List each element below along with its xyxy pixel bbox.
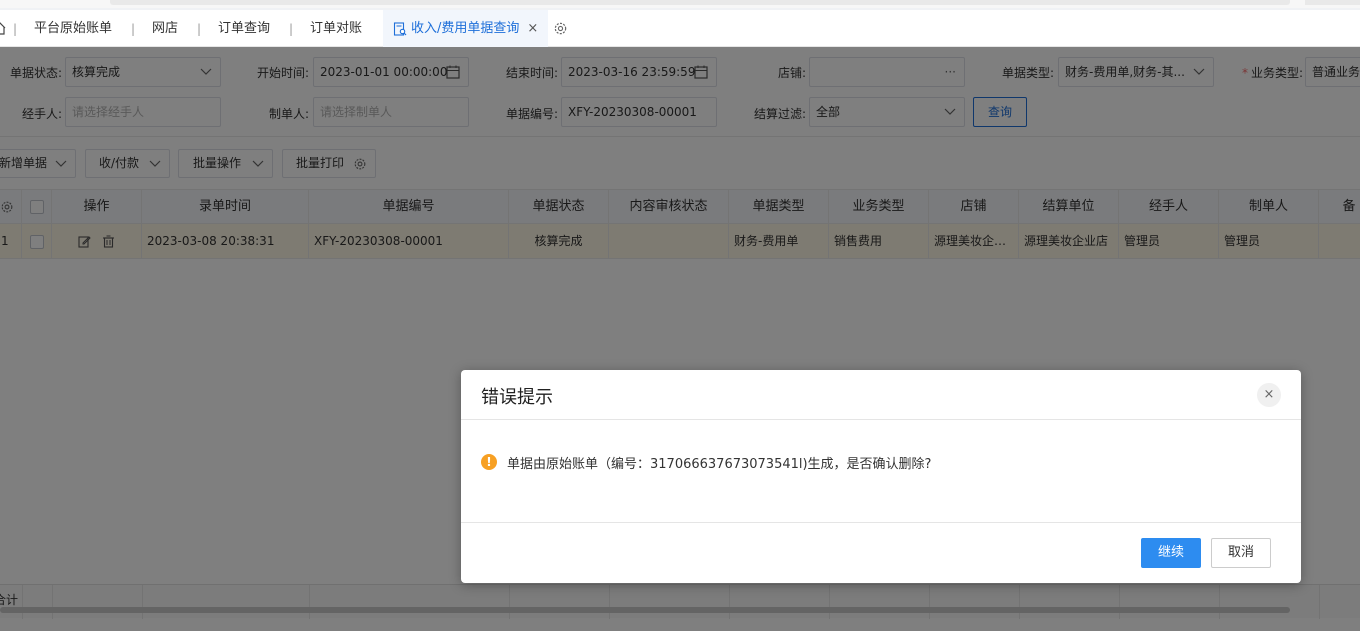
home-icon[interactable] [0, 22, 6, 35]
cancel-button[interactable]: 取消 [1211, 538, 1271, 568]
tab-separator: | [197, 22, 202, 36]
tab-online-shop[interactable]: 网店 [152, 10, 178, 47]
tab-income-expense-query-label: 收入/费用单据查询 [411, 21, 520, 36]
tab-settings-gear-icon[interactable] [553, 21, 568, 36]
tab-order-reconcile[interactable]: 订单对账 [310, 10, 362, 47]
dialog-divider [461, 419, 1301, 420]
document-search-icon [393, 21, 407, 36]
error-dialog: 错误提示 × ! 单据由原始账单（编号：317066637673073541l)… [461, 370, 1301, 583]
top-scroll-strip [110, 0, 1290, 5]
tab-separator: | [131, 22, 136, 36]
dialog-message: 单据由原始账单（编号：317066637673073541l)生成，是否确认删除… [507, 457, 932, 472]
tab-order-query[interactable]: 订单查询 [218, 10, 270, 47]
dialog-close-icon[interactable]: × [1257, 383, 1281, 407]
dialog-title: 错误提示 [481, 387, 553, 408]
tab-separator: | [289, 22, 294, 36]
top-scroll-strip-right [1305, 0, 1360, 5]
tab-income-expense-query[interactable]: 收入/费用单据查询 × [383, 10, 549, 47]
tab-separator: | [13, 22, 18, 36]
top-strip [0, 0, 1360, 8]
tab-platform-bill[interactable]: 平台原始账单 [34, 10, 112, 47]
tab-bar: | 平台原始账单 | 网店 | 订单查询 | 订单对账 收入/费用单据查询 × [0, 10, 1360, 47]
warning-icon: ! [481, 454, 497, 470]
tab-close-icon[interactable]: × [527, 21, 538, 36]
continue-button[interactable]: 继续 [1141, 538, 1201, 568]
dialog-divider [461, 522, 1301, 523]
